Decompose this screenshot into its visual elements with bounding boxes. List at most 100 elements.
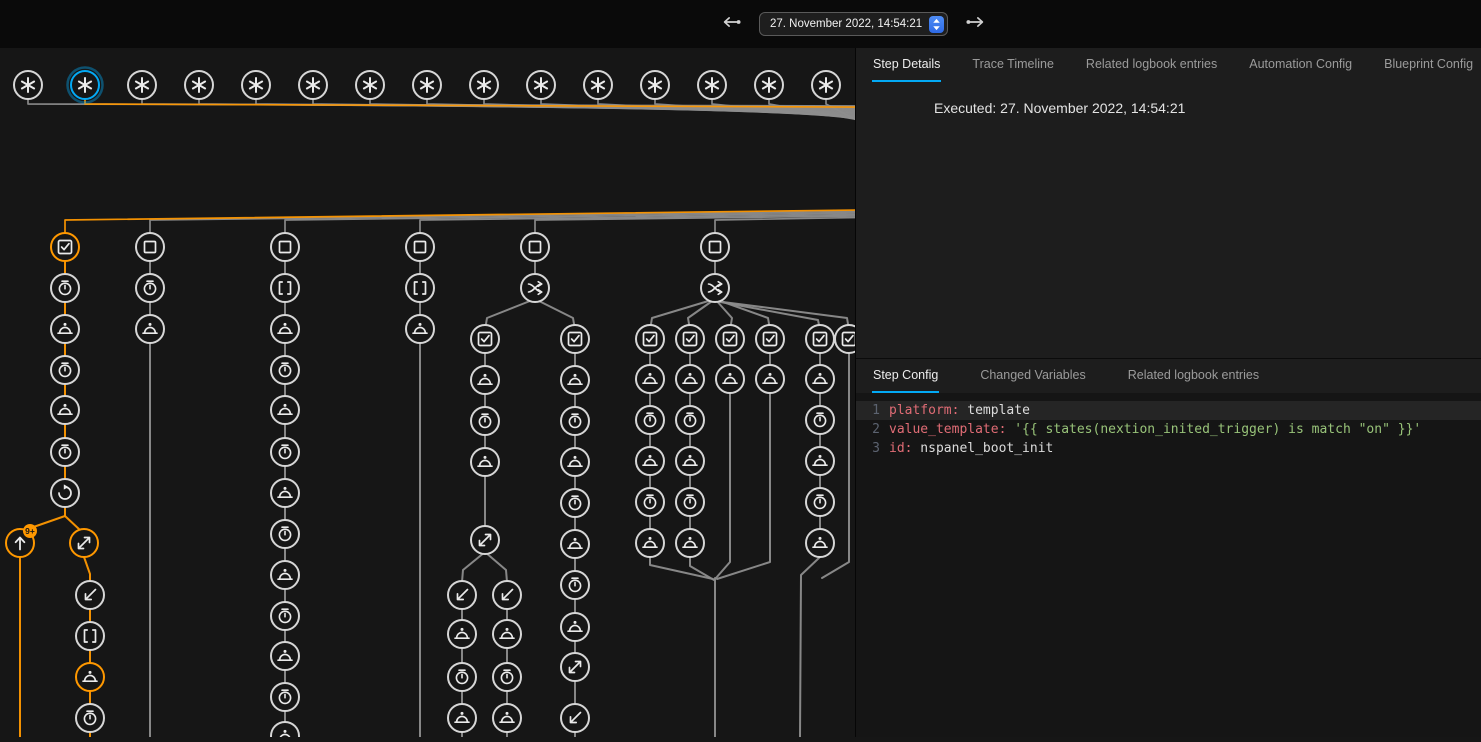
tab-trace-timeline[interactable]: Trace Timeline [971, 48, 1055, 82]
node-service-bell[interactable] [448, 704, 476, 732]
node-condition-checked[interactable] [835, 325, 855, 353]
node-choose-arrows[interactable] [521, 274, 549, 302]
node-service-bell[interactable] [636, 365, 664, 393]
node-delay-timer[interactable] [448, 663, 476, 691]
node-service-bell[interactable] [636, 529, 664, 557]
node-trigger-asterisk[interactable] [755, 71, 783, 99]
node-delay-timer[interactable] [636, 406, 664, 434]
node-service-bell[interactable] [271, 479, 299, 507]
node-trigger-asterisk[interactable] [527, 71, 555, 99]
node-service-bell[interactable] [271, 561, 299, 589]
node-condition-checked[interactable] [636, 325, 664, 353]
node-service-bell[interactable] [806, 529, 834, 557]
config-tab-related-logbook-entries[interactable]: Related logbook entries [1127, 359, 1260, 393]
tab-related-logbook-entries[interactable]: Related logbook entries [1085, 48, 1218, 82]
node-condition-box[interactable] [136, 233, 164, 261]
config-tab-changed-variables[interactable]: Changed Variables [979, 359, 1086, 393]
node-service-bell[interactable] [271, 722, 299, 737]
config-tab-step-config[interactable]: Step Config [872, 359, 939, 393]
node-choose-arrows[interactable] [701, 274, 729, 302]
node-service-bell[interactable] [271, 315, 299, 343]
previous-run-button[interactable] [718, 11, 744, 37]
node-condition-checked[interactable] [716, 325, 744, 353]
node-condition-box[interactable] [406, 233, 434, 261]
node-delay-timer[interactable] [806, 406, 834, 434]
node-condition-box[interactable] [521, 233, 549, 261]
tab-step-details[interactable]: Step Details [872, 48, 941, 82]
node-trigger-asterisk[interactable] [698, 71, 726, 99]
node-trigger-asterisk[interactable] [185, 71, 213, 99]
node-trigger-asterisk[interactable] [812, 71, 840, 99]
node-delay-timer[interactable] [271, 356, 299, 384]
node-service-bell[interactable] [756, 365, 784, 393]
node-service-bell[interactable] [51, 396, 79, 424]
node-condition-checked[interactable] [806, 325, 834, 353]
node-service-bell[interactable] [561, 366, 589, 394]
node-arrow-down-left[interactable] [448, 581, 476, 609]
node-service-bell[interactable] [136, 315, 164, 343]
node-service-bell[interactable] [806, 447, 834, 475]
node-arrow-down-left[interactable] [561, 704, 589, 732]
tab-blueprint-config[interactable]: Blueprint Config [1383, 48, 1474, 82]
node-service-bell[interactable] [806, 365, 834, 393]
node-split-arrows[interactable] [471, 526, 499, 554]
node-trigger-asterisk[interactable] [413, 71, 441, 99]
node-arrow-down-left[interactable] [76, 581, 104, 609]
node-service-bell[interactable] [493, 620, 521, 648]
node-delay-timer[interactable] [471, 407, 499, 435]
node-service-bell[interactable] [676, 365, 704, 393]
node-service-bell[interactable] [716, 365, 744, 393]
node-delay-timer[interactable] [271, 602, 299, 630]
node-delay-timer[interactable] [271, 520, 299, 548]
node-service-bell[interactable] [676, 529, 704, 557]
node-wait-brackets[interactable] [271, 274, 299, 302]
node-delay-timer[interactable] [676, 488, 704, 516]
node-condition-box[interactable] [701, 233, 729, 261]
node-service-bell[interactable] [51, 315, 79, 343]
node-split-arrows[interactable] [70, 529, 98, 557]
node-service-bell[interactable] [271, 642, 299, 670]
node-arrow-up[interactable]: 9+ [6, 524, 37, 557]
node-trigger-asterisk[interactable] [299, 71, 327, 99]
node-service-bell[interactable] [406, 315, 434, 343]
node-condition-checked[interactable] [561, 325, 589, 353]
node-service-bell[interactable] [471, 448, 499, 476]
node-repeat-refresh[interactable] [51, 479, 79, 507]
node-delay-timer[interactable] [636, 488, 664, 516]
node-service-bell[interactable] [271, 396, 299, 424]
yaml-code-editor[interactable]: 1platform: template2value_template: '{{ … [856, 393, 1481, 737]
node-delay-timer[interactable] [271, 683, 299, 711]
next-run-button[interactable] [963, 11, 989, 37]
node-delay-timer[interactable] [51, 274, 79, 302]
node-delay-timer[interactable] [561, 407, 589, 435]
node-service-bell[interactable] [448, 620, 476, 648]
node-delay-timer[interactable] [561, 571, 589, 599]
node-delay-timer[interactable] [676, 406, 704, 434]
node-service-bell[interactable] [561, 448, 589, 476]
node-delay-timer[interactable] [806, 488, 834, 516]
node-condition-checked[interactable] [676, 325, 704, 353]
node-trigger-asterisk[interactable] [242, 71, 270, 99]
node-trigger-asterisk[interactable] [128, 71, 156, 99]
node-condition-checked[interactable] [471, 325, 499, 353]
node-trigger-asterisk[interactable] [14, 71, 42, 99]
node-trigger-asterisk[interactable] [68, 68, 103, 103]
node-delay-timer[interactable] [271, 438, 299, 466]
node-wait-brackets[interactable] [406, 274, 434, 302]
node-condition-checked[interactable] [756, 325, 784, 353]
node-delay-timer[interactable] [51, 438, 79, 466]
node-service-bell[interactable] [493, 704, 521, 732]
trace-graph-canvas[interactable]: 9+ [0, 48, 855, 737]
node-delay-timer[interactable] [561, 489, 589, 517]
node-service-bell[interactable] [471, 366, 499, 394]
node-delay-timer[interactable] [51, 356, 79, 384]
node-arrow-down-left[interactable] [493, 581, 521, 609]
node-condition-checked[interactable] [51, 233, 79, 261]
node-trigger-asterisk[interactable] [470, 71, 498, 99]
node-service-bell[interactable] [676, 447, 704, 475]
node-service-bell[interactable] [561, 530, 589, 558]
node-service-bell[interactable] [636, 447, 664, 475]
run-selector[interactable]: 27. November 2022, 14:54:21 [759, 12, 948, 36]
node-service-bell[interactable] [561, 613, 589, 641]
node-trigger-asterisk[interactable] [641, 71, 669, 99]
